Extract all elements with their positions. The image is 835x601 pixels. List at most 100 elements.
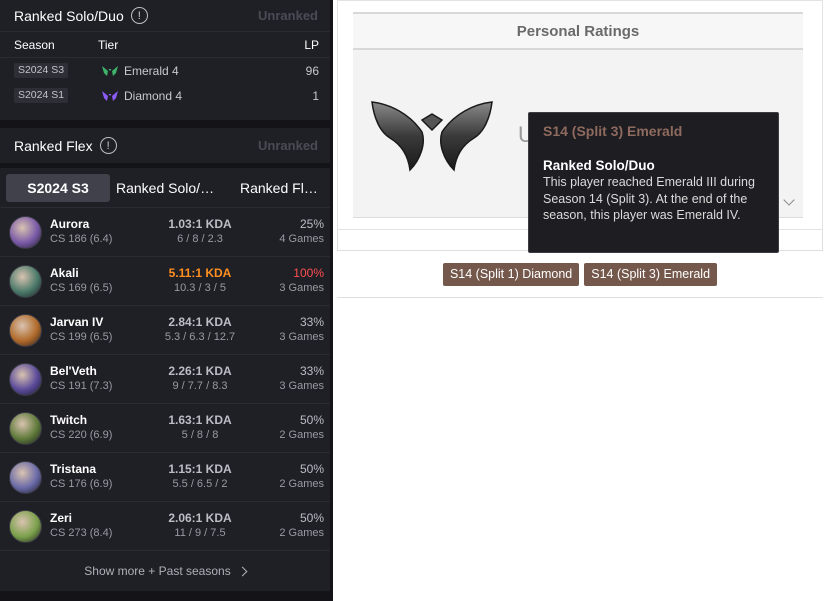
champion-kda-block: 2.26:1 KDA 9 / 7.7 / 8.3 — [150, 364, 250, 394]
tier-cell: Emerald 4 — [102, 64, 289, 78]
champion-portrait — [9, 362, 42, 396]
champion-portrait — [9, 411, 42, 445]
champion-games: 4 Games — [279, 233, 324, 245]
champion-info: Zeri CS 273 (8.4) — [50, 511, 150, 541]
champion-portrait — [9, 264, 42, 298]
info-icon[interactable]: ! — [99, 137, 117, 154]
champion-kda-stats: 10.3 / 3 / 5 — [174, 282, 226, 294]
champion-row[interactable]: Jarvan IV CS 199 (6.5) 2.84:1 KDA 5.3 / 6.3… — [0, 306, 330, 355]
champion-info: Bel'Veth CS 191 (7.3) — [50, 364, 150, 394]
personal-ratings-title: Personal Ratings — [353, 12, 803, 50]
champion-row[interactable]: Aurora CS 186 (6.4) 1.03:1 KDA 6 / 8 / 2.3 2… — [0, 208, 330, 257]
champion-portrait — [9, 313, 42, 347]
champion-kda: 5.11:1 KDA — [168, 266, 232, 280]
champion-kda: 1.03:1 KDA — [168, 217, 232, 231]
season-chip: S2024 S3 — [14, 63, 68, 78]
champion-portrait — [9, 509, 42, 543]
champion-name: Jarvan IV — [50, 315, 104, 329]
champion-winrate-block: 25% 4 Games — [250, 217, 324, 247]
champion-portrait — [9, 215, 42, 249]
info-icon[interactable]: ! — [130, 7, 148, 24]
show-more-button[interactable]: Show more + Past seasons — [0, 551, 330, 591]
champion-row[interactable]: Tristana CS 176 (6.9) 1.15:1 KDA 5.5 / 6.5 … — [0, 453, 330, 502]
champion-cs: CS 169 (6.5) — [50, 282, 113, 294]
left-panel: Ranked Solo/Duo ! Unranked Season Tier L… — [0, 0, 333, 601]
champion-kda: 2.06:1 KDA — [168, 511, 232, 525]
champion-winrate-block: 33% 3 Games — [250, 315, 324, 345]
rank-tooltip: S14 (Split 3) Emerald Ranked Solo/Duo Th… — [528, 112, 779, 253]
champion-games: 3 Games — [279, 282, 324, 294]
champion-info: Tristana CS 176 (6.9) — [50, 462, 150, 492]
champion-winrate-block: 100% 3 Games — [250, 266, 324, 296]
champion-info: Akali CS 169 (6.5) — [50, 266, 150, 296]
champion-portrait — [9, 460, 42, 494]
champion-kda-block: 5.11:1 KDA 10.3 / 3 / 5 — [150, 266, 250, 296]
champion-games: 2 Games — [279, 527, 324, 539]
tier-label: Diamond 4 — [124, 88, 183, 103]
champion-kda-stats: 5 / 8 / 8 — [181, 429, 219, 441]
column-lp: LP — [304, 37, 319, 52]
champion-winrate-block: 33% 3 Games — [250, 364, 324, 394]
champion-games: 2 Games — [279, 429, 324, 441]
ranked-solo-table-header: Season Tier LP — [0, 32, 330, 58]
tier-label: Emerald 4 — [124, 63, 179, 78]
champion-kda-stats: 11 / 9 / 7.5 — [174, 527, 226, 539]
champion-kda-stats: 5.3 / 6.3 / 12.7 — [164, 331, 236, 343]
champion-info: Jarvan IV CS 199 (6.5) — [50, 315, 150, 345]
season-badges: S14 (Split 1) Diamond S14 (Split 3) Emer… — [337, 250, 823, 298]
champion-games: 2 Games — [279, 478, 324, 490]
champion-name: Aurora — [50, 217, 90, 231]
champion-cs: CS 220 (6.9) — [50, 429, 113, 441]
column-tier: Tier — [98, 37, 119, 52]
champion-row[interactable]: Twitch CS 220 (6.9) 1.63:1 KDA 5 / 8 / 8 50%… — [0, 404, 330, 453]
ranked-solo-status: Unranked — [258, 8, 318, 23]
champion-kda-block: 2.06:1 KDA 11 / 9 / 7.5 — [150, 511, 250, 541]
show-more-label: Show more + Past seasons — [84, 564, 231, 578]
emerald-emblem-icon — [102, 65, 118, 76]
champion-kda: 1.15:1 KDA — [168, 462, 232, 476]
ranked-flex-title: Ranked Flex — [14, 137, 93, 154]
champion-cs: CS 199 (6.5) — [50, 331, 113, 343]
ranked-solo-header: Ranked Solo/Duo ! Unranked — [0, 0, 330, 32]
season-badge-diamond[interactable]: S14 (Split 1) Diamond — [442, 262, 580, 286]
champion-info: Twitch CS 220 (6.9) — [50, 413, 150, 443]
champion-row[interactable]: Zeri CS 273 (8.4) 2.06:1 KDA 11 / 9 / 7.5 50… — [0, 502, 330, 551]
champion-name: Akali — [50, 266, 79, 280]
lp-value: 96 — [305, 63, 319, 78]
chevron-right-icon — [237, 566, 248, 576]
champion-winrate-block: 50% 2 Games — [250, 413, 324, 443]
champion-winrate: 33% — [299, 315, 324, 329]
season-chip: S2024 S1 — [14, 88, 68, 103]
ranked-solo-title: Ranked Solo/Duo — [14, 7, 124, 24]
champion-info: Aurora CS 186 (6.4) — [50, 217, 150, 247]
champion-winrate: 50% — [299, 511, 324, 525]
champion-winrate: 50% — [299, 413, 324, 427]
champion-winrate: 33% — [299, 364, 324, 378]
champion-winrate: 50% — [299, 462, 324, 476]
champion-name: Zeri — [50, 511, 73, 525]
diamond-emblem-icon — [102, 90, 118, 101]
champion-kda-block: 1.03:1 KDA 6 / 8 / 2.3 — [150, 217, 250, 247]
champion-games: 3 Games — [279, 380, 324, 392]
champion-kda-stats: 6 / 8 / 2.3 — [177, 233, 223, 245]
ranked-flex-card: Ranked Flex ! Unranked — [0, 128, 330, 163]
ranked-flex-status: Unranked — [258, 138, 318, 153]
champion-winrate: 100% — [293, 266, 324, 280]
champion-winrate: 25% — [299, 217, 324, 231]
champion-kda-block: 1.15:1 KDA 5.5 / 6.5 / 2 — [150, 462, 250, 492]
champion-row[interactable]: Akali CS 169 (6.5) 5.11:1 KDA 10.3 / 3 / 5 1… — [0, 257, 330, 306]
tab-season[interactable]: S2024 S3 — [6, 173, 110, 202]
tab-ranked-solo[interactable]: Ranked Solo/Duo — [116, 180, 224, 196]
champion-row[interactable]: Bel'Veth CS 191 (7.3) 2.26:1 KDA 9 / 7.7 / … — [0, 355, 330, 404]
champion-list: Aurora CS 186 (6.4) 1.03:1 KDA 6 / 8 / 2.3 2… — [0, 208, 330, 551]
season-row: S2024 S3 Emerald 4 96 — [0, 58, 330, 83]
champion-name: Bel'Veth — [50, 364, 97, 378]
season-badge-emerald[interactable]: S14 (Split 3) Emerald — [584, 262, 718, 286]
champion-kda-stats: 5.5 / 6.5 / 2 — [172, 478, 228, 490]
rank-emblem-icon — [371, 101, 493, 172]
tier-cell: Diamond 4 — [102, 89, 289, 103]
ranked-solo-card: Ranked Solo/Duo ! Unranked Season Tier L… — [0, 0, 330, 120]
tooltip-subtitle: Ranked Solo/Duo — [543, 158, 655, 173]
ranked-flex-header: Ranked Flex ! Unranked — [0, 128, 330, 163]
tab-ranked-flex[interactable]: Ranked Flex — [240, 180, 318, 196]
